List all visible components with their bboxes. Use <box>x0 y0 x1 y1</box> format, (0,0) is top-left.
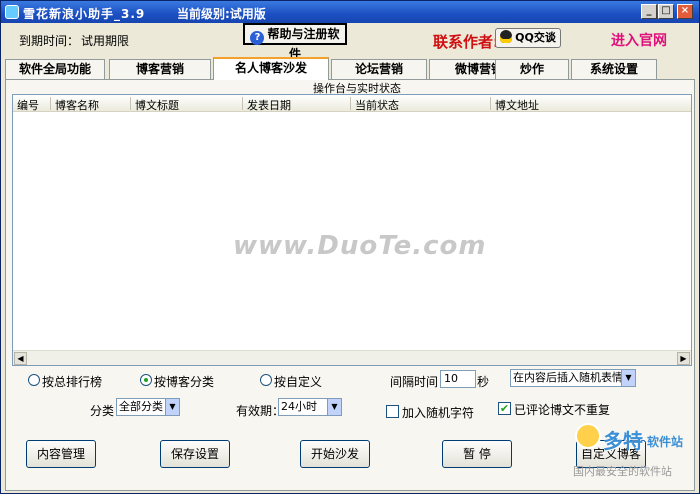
chevron-down-icon: ▼ <box>621 370 635 386</box>
sun-icon <box>575 423 601 449</box>
save-settings-button[interactable]: 保存设置 <box>160 440 230 468</box>
scroll-right-icon[interactable]: ▶ <box>677 352 690 365</box>
chevron-down-icon: ▼ <box>327 399 341 415</box>
tab-bar: 软件全局功能 博客营销 名人博客沙发 论坛营销 微博营销 炒作 系统设置 <box>5 57 695 80</box>
content-manage-button[interactable]: 内容管理 <box>26 440 96 468</box>
main-window: 雪花新浪小助手_3.9 当前级别:试用版 _ □ × 到期时间： 试用期限 ? 帮… <box>0 0 700 494</box>
category-value: 全部分类 <box>119 400 163 413</box>
header-bar: 到期时间： 试用期限 <box>1 23 699 57</box>
watermark-text: www.DuoTe.com <box>233 231 487 261</box>
interval-input[interactable]: 10 <box>440 370 476 388</box>
expire-value: 试用期限 <box>81 34 130 48</box>
title-bar[interactable]: 雪花新浪小助手_3.9 当前级别:试用版 _ □ × <box>1 1 699 23</box>
col-number[interactable]: 编号 <box>13 97 51 112</box>
blog-list[interactable]: 编号 博客名称 博文标题 发表日期 当前状态 博文地址 www.DuoTe.co… <box>12 94 692 366</box>
license-level: 当前级别:试用版 <box>177 7 266 21</box>
interval-unit: 秒 <box>477 375 490 389</box>
col-publish-date[interactable]: 发表日期 <box>243 97 351 112</box>
site-logo-name: 多特 <box>603 429 643 453</box>
expire-label: 到期时间： <box>19 34 80 48</box>
insert-option-value: 在内容后插入随机表情 <box>513 371 623 384</box>
help-icon: ? <box>250 31 265 45</box>
official-site-link[interactable]: 进入官网 <box>611 30 667 50</box>
app-icon <box>5 5 19 19</box>
radio-total-rank[interactable] <box>28 374 40 386</box>
site-logo-tagline: 国内最安全的软件站 <box>573 465 672 478</box>
tab-system-settings[interactable]: 系统设置 <box>571 59 657 79</box>
col-blog-name[interactable]: 博客名称 <box>51 97 131 112</box>
tab-forum-marketing[interactable]: 论坛营销 <box>331 59 427 79</box>
radio-custom-label: 按自定义 <box>274 375 323 389</box>
pause-button[interactable]: 暂 停 <box>442 440 512 468</box>
tab-blog-marketing[interactable]: 博客营销 <box>109 59 211 79</box>
qq-chat-button[interactable]: QQ交谈 <box>495 28 561 48</box>
radio-total-rank-label: 按总排行榜 <box>42 375 103 389</box>
list-header: 编号 博客名称 博文标题 发表日期 当前状态 博文地址 <box>13 95 691 112</box>
tab-celebrity-sofa[interactable]: 名人博客沙发 <box>213 57 329 80</box>
no-repeat-checkbox[interactable]: ✔ <box>498 402 511 415</box>
random-char-checkbox[interactable] <box>386 405 399 418</box>
category-select[interactable]: 全部分类 ▼ <box>116 398 180 416</box>
minimize-button[interactable]: _ <box>641 4 657 19</box>
horizontal-scrollbar[interactable]: ◀ ▶ <box>13 350 691 365</box>
site-logo-suffix: 软件站 <box>647 435 684 449</box>
window-title: 雪花新浪小助手_3.9 <box>23 7 146 21</box>
chevron-down-icon: ▼ <box>165 399 179 415</box>
maximize-button[interactable]: □ <box>658 4 674 19</box>
col-post-url[interactable]: 博文地址 <box>491 97 691 112</box>
radio-custom[interactable] <box>260 374 272 386</box>
qq-penguin-icon <box>500 30 513 43</box>
insert-option-select[interactable]: 在内容后插入随机表情 ▼ <box>510 369 636 387</box>
no-repeat-label: 已评论博文不重复 <box>514 403 611 417</box>
radio-blog-category-label: 按博客分类 <box>154 375 215 389</box>
random-char-label: 加入随机字符 <box>402 406 475 420</box>
tab-global[interactable]: 软件全局功能 <box>5 59 105 79</box>
site-logo: 多特 软件站 国内最安全的软件站 <box>571 419 699 493</box>
qq-chat-label: QQ交谈 <box>515 31 556 44</box>
close-button[interactable]: × <box>677 4 693 19</box>
col-status[interactable]: 当前状态 <box>351 97 491 112</box>
valid-period-select[interactable]: 24小时 ▼ <box>278 398 342 416</box>
help-register-button[interactable]: ? 帮助与注册软件 <box>243 23 347 61</box>
valid-period-value: 24小时 <box>281 400 317 413</box>
contact-author-label: 联系作者: <box>433 33 499 51</box>
col-post-title[interactable]: 博文标题 <box>131 97 243 112</box>
radio-blog-category[interactable] <box>140 374 152 386</box>
start-sofa-button[interactable]: 开始沙发 <box>300 440 370 468</box>
tab-hype[interactable]: 炒作 <box>495 59 569 79</box>
scroll-left-icon[interactable]: ◀ <box>14 352 27 365</box>
valid-period-label: 有效期： <box>236 404 285 418</box>
